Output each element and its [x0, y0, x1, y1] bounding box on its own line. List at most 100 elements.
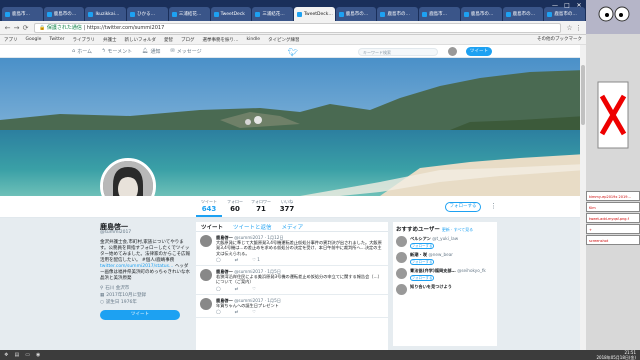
- browser-tab[interactable]: Ikuzikkai…: [85, 7, 127, 21]
- tweet[interactable]: 鹿島啓一 @summi2017 · 1月12日 大飯原発に準じて大飯原発3,4号機…: [196, 232, 388, 267]
- twitter-bird-icon[interactable]: 🐦︎: [288, 48, 298, 57]
- url-input[interactable]: 🔒 保護された通信 | https://twitter.com/summi201…: [34, 22, 561, 33]
- browser-icon[interactable]: ◉: [36, 352, 40, 358]
- retweet-icon[interactable]: ⇄: [235, 309, 239, 314]
- desktop-window-item[interactable]: +: [586, 224, 640, 234]
- tweet-list: 鹿島啓一 @summi2017 · 1月12日 大飯原発に準じて大飯原発3,4号機…: [196, 232, 388, 319]
- maximize-button[interactable]: □: [562, 2, 572, 10]
- lightning-icon: ϟ: [102, 48, 106, 54]
- more-options-icon[interactable]: ⋮: [490, 202, 497, 210]
- terminal-icon[interactable]: ▭: [25, 352, 30, 358]
- tab-title: 鹿島市の…: [387, 12, 410, 17]
- browser-tab[interactable]: 鹿島市の…: [502, 7, 544, 21]
- bookmark-item[interactable]: Twitter: [49, 37, 64, 42]
- nav-messages[interactable]: ✉ メッセージ: [171, 48, 202, 55]
- profile-handle[interactable]: @summi2017: [100, 230, 190, 236]
- tweet-avatar[interactable]: [200, 235, 212, 247]
- tweet[interactable]: 鹿島啓一 @summi2017 · 1月5日 若狭湾沿岸住民による美浜原発3号機の…: [196, 266, 388, 295]
- nav-home[interactable]: ⌂ ホーム: [72, 48, 92, 55]
- files-icon[interactable]: ▤: [14, 352, 19, 358]
- back-icon[interactable]: ←: [3, 24, 12, 32]
- browser-tab[interactable]: 鹿島市の…: [43, 7, 85, 21]
- wtf-follow-button[interactable]: フォローする: [410, 243, 434, 249]
- bookmark-item[interactable]: Google: [26, 37, 42, 42]
- nav-moments[interactable]: ϟ モーメント: [102, 48, 132, 55]
- nav-notifications[interactable]: 🔔︎ 通知: [142, 48, 160, 55]
- menu-icon[interactable]: ⋮: [574, 24, 583, 32]
- bookmark-item[interactable]: ライブラリ: [72, 37, 95, 43]
- tab-title: 三浦結花…: [178, 12, 202, 17]
- bookmark-item[interactable]: アプリ: [4, 37, 18, 43]
- star-icon[interactable]: ☆: [565, 24, 574, 32]
- minimize-button[interactable]: —: [550, 2, 560, 10]
- tweet-button[interactable]: ツイート: [466, 47, 492, 56]
- bookmark-item[interactable]: タイピング練習: [268, 37, 300, 43]
- wtf-avatar[interactable]: [396, 284, 407, 295]
- header-image: [0, 58, 586, 196]
- wtf-avatar[interactable]: [396, 252, 407, 263]
- follow-button[interactable]: フォローする: [445, 202, 481, 212]
- browser-tab[interactable]: 三浦結花…: [252, 7, 294, 21]
- browser-tab[interactable]: 鹿島市の…: [377, 7, 419, 21]
- bookmark-item[interactable]: 新しいフォルダ: [124, 37, 156, 43]
- desktop-icon-paper[interactable]: [594, 80, 632, 150]
- retweet-icon[interactable]: ⇄: [235, 257, 239, 262]
- browser-tab[interactable]: TweetDeck: [210, 7, 252, 21]
- wtf-avatar[interactable]: [396, 236, 407, 247]
- browser-tab[interactable]: ひかる…: [127, 7, 168, 21]
- like-icon[interactable]: ♡: [252, 309, 256, 314]
- bookmark-other[interactable]: その他のブックマーク: [537, 35, 582, 45]
- bookmark-item[interactable]: kindle: [246, 37, 260, 42]
- browser-tab[interactable]: 鹿島市…: [2, 7, 43, 21]
- browser-tab[interactable]: 鹿島市の…: [460, 7, 502, 21]
- stat-following[interactable]: フォロー 60: [222, 196, 248, 217]
- wtf-user-name[interactable]: 新潮 · 咲 @new_bear: [410, 252, 453, 258]
- stat-tweets[interactable]: ツイート 643: [196, 196, 222, 217]
- reply-icon[interactable]: ◯: [216, 257, 221, 262]
- wtf-follow-button[interactable]: フォローする: [410, 259, 434, 265]
- close-button[interactable]: ✕: [574, 2, 584, 10]
- browser-tab[interactable]: 鹿島市の…: [335, 7, 377, 21]
- stat-followers[interactable]: フォロワー 71: [248, 196, 274, 217]
- bookmark-item[interactable]: 弁護士: [103, 37, 117, 43]
- bookmark-item[interactable]: ブログ: [181, 37, 195, 43]
- desktop-window-item[interactable]: kimmy-ep2019x 2019…: [586, 191, 640, 201]
- bookmark-item[interactable]: 選挙事務を振り…: [202, 37, 238, 43]
- browser-tab[interactable]: 鹿島市…: [419, 7, 460, 21]
- wtf-refresh[interactable]: 更新 · すべて見る: [442, 227, 473, 232]
- desktop-window-item[interactable]: screenshot: [586, 235, 640, 245]
- desktop-window-item[interactable]: tweet-add-myqsf-png.f: [586, 213, 640, 223]
- stat-likes[interactable]: いいね 377: [274, 196, 300, 217]
- favicon-icon: [463, 11, 469, 17]
- desktop-window-item[interactable]: Kim: [586, 202, 640, 212]
- start-icon[interactable]: ❖: [4, 352, 8, 358]
- tab-title: 鹿島市の…: [470, 12, 494, 17]
- tab-tweets[interactable]: ツイート: [201, 223, 223, 231]
- scrollbar-thumb[interactable]: [581, 65, 585, 125]
- tweet-avatar[interactable]: [200, 297, 212, 310]
- tab-media[interactable]: メディア: [282, 223, 304, 231]
- reply-icon[interactable]: ◯: [216, 309, 221, 314]
- search-input[interactable]: キーワード検索: [358, 47, 438, 56]
- wtf-user-name[interactable]: 青法協(弁学)福岡支部… @seihokyo_fk: [410, 268, 486, 274]
- tab-tweets-replies[interactable]: ツイートと返信: [233, 223, 272, 231]
- like-icon[interactable]: ♡ 1: [252, 257, 260, 262]
- wtf-user-name[interactable]: ペルシアン @t_yuki_law: [410, 236, 458, 242]
- reply-icon[interactable]: ◯: [216, 286, 221, 291]
- browser-tab[interactable]: 三浦結花…: [168, 7, 210, 21]
- profile-tweet-button[interactable]: ツイート: [100, 310, 180, 320]
- retweet-icon[interactable]: ⇄: [235, 286, 239, 291]
- wtf-user-name[interactable]: 知り合いを見つけよう: [410, 284, 452, 290]
- browser-tab[interactable]: TweetDeck…: [294, 7, 335, 21]
- wtf-avatar[interactable]: [396, 268, 407, 279]
- bio-link[interactable]: twitter.com/summi2017/status…: [100, 264, 174, 269]
- bookmark-item[interactable]: 愛智: [164, 37, 173, 43]
- tweet-avatar[interactable]: [200, 269, 212, 282]
- wtf-user: 新潮 · 咲 @new_bear フォローする: [396, 252, 494, 265]
- avatar[interactable]: [448, 47, 457, 56]
- forward-icon[interactable]: →: [12, 24, 21, 32]
- like-icon[interactable]: ♡: [252, 286, 256, 291]
- tweet[interactable]: 鹿島啓一 @summi2017 · 1月5日 年賀ちゃんへの誕生日プレゼント ◯ ⇄ ♡: [196, 295, 388, 319]
- reload-icon[interactable]: ⟳: [21, 24, 30, 32]
- wtf-follow-button[interactable]: フォローする: [410, 275, 434, 281]
